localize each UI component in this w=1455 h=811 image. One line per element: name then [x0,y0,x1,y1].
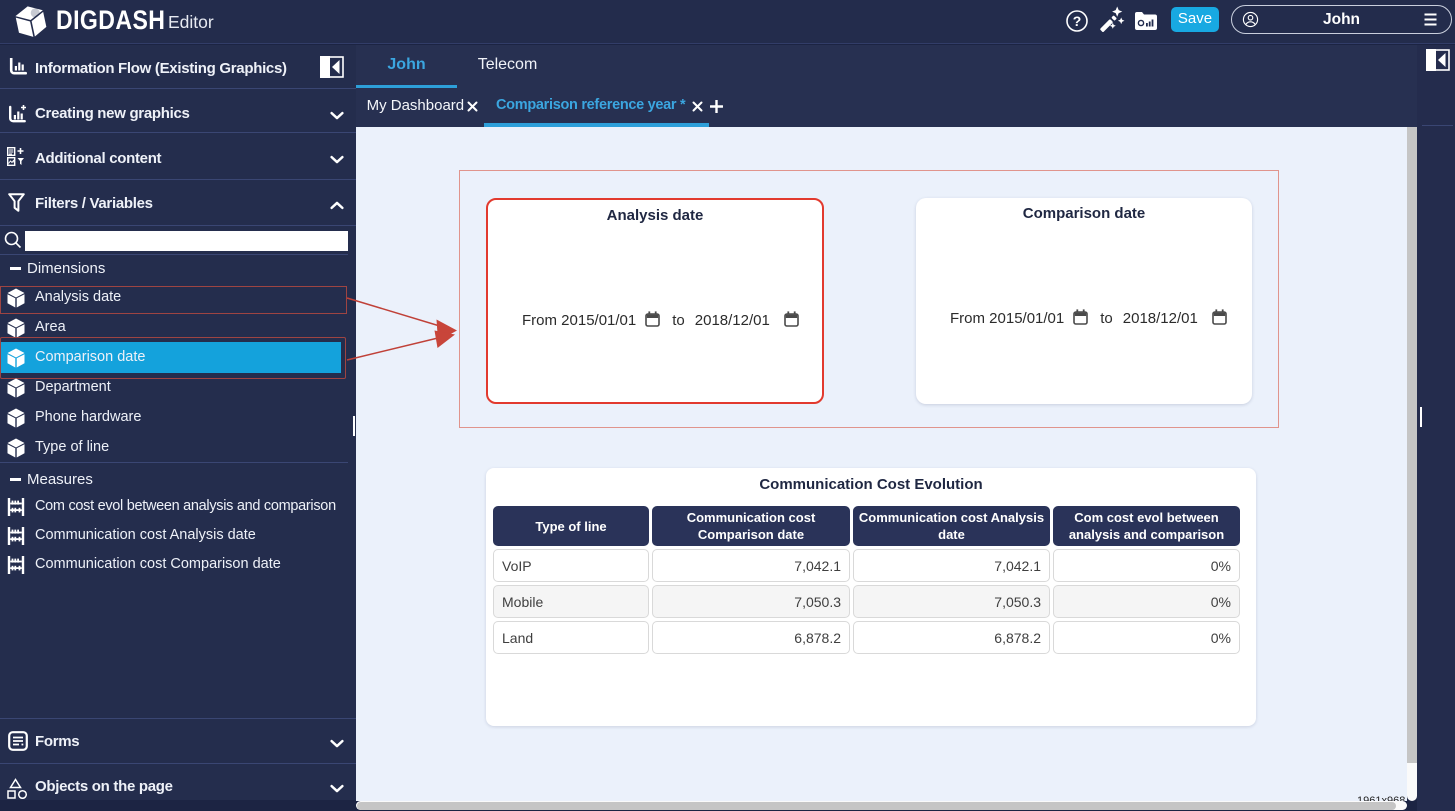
svg-text:?: ? [1073,13,1082,29]
